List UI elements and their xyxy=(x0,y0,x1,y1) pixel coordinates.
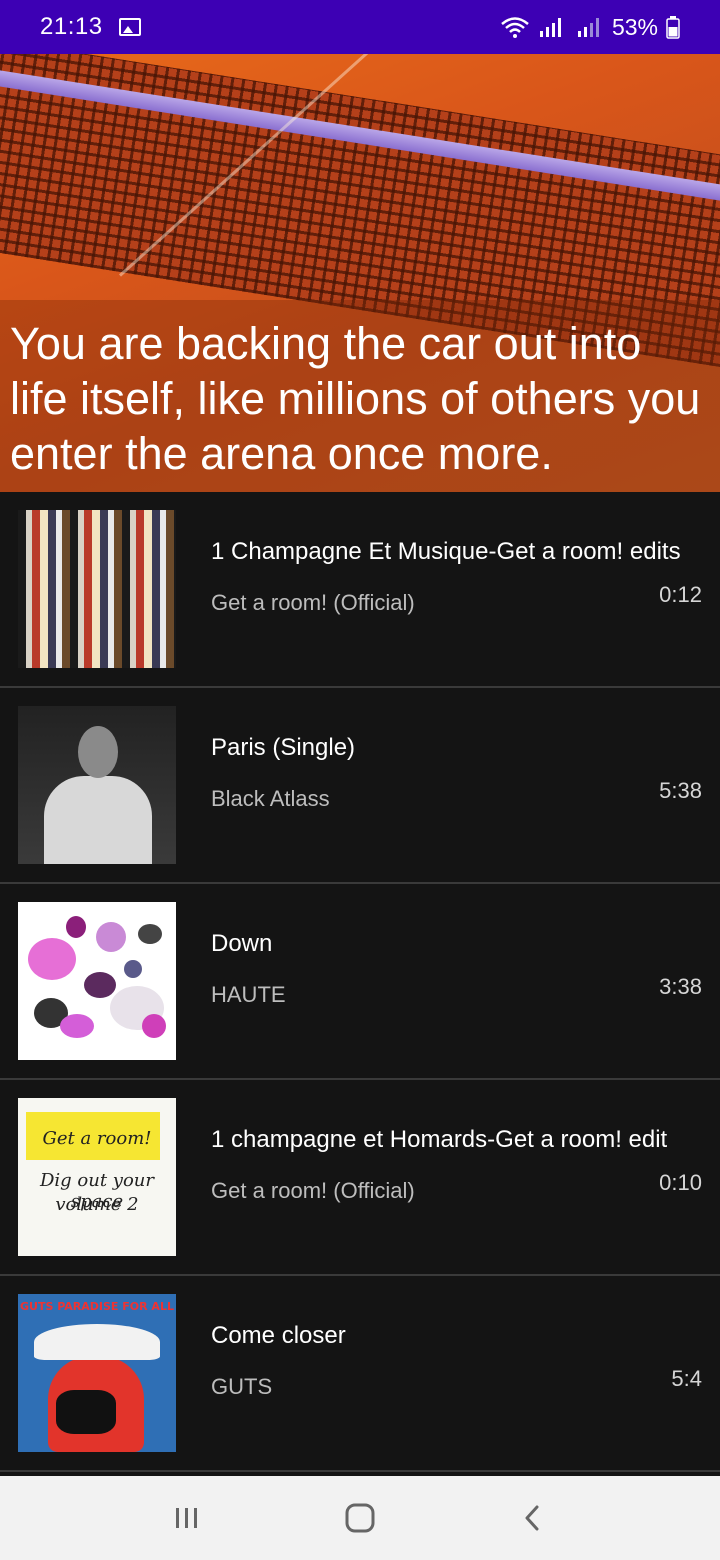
album-art-blob xyxy=(60,1014,94,1038)
track-duration: 0:12 xyxy=(659,582,702,607)
track-artist: HAUTE xyxy=(211,982,286,1007)
hero-caption: You are backing the car out into life it… xyxy=(10,318,701,479)
album-art-figure-head xyxy=(78,726,118,778)
album-art-text-line: Get a room! xyxy=(42,1128,152,1149)
album-art-blob xyxy=(96,922,126,952)
status-time: 21:13 xyxy=(40,13,103,40)
album-art xyxy=(18,902,176,1060)
track-title: Paris (Single) xyxy=(211,734,356,761)
back-icon xyxy=(525,1505,539,1531)
album-art xyxy=(18,706,176,864)
track-title: Come closer xyxy=(211,1322,346,1349)
battery-percent: 53% xyxy=(611,13,658,40)
back-button[interactable] xyxy=(503,1488,563,1548)
signal-icon-secondary xyxy=(577,18,599,37)
track-list: 1 Champagne Et Musique-Get a room! edits… xyxy=(0,492,720,1472)
album-art-blob xyxy=(138,924,162,944)
album-art-blob xyxy=(28,938,76,980)
track-artist: Black Atlass xyxy=(211,786,330,811)
album-art-figure-body xyxy=(44,776,152,864)
album-art-blob xyxy=(84,972,116,998)
track-title: 1 Champagne Et Musique-Get a room! edits xyxy=(211,538,681,565)
album-art-blob xyxy=(142,1014,166,1038)
album-art-hat xyxy=(34,1324,160,1360)
recents-icon xyxy=(175,1508,197,1528)
track-title: Down xyxy=(211,930,273,957)
track-title: 1 champagne et Homards-Get a room! edit xyxy=(211,1126,668,1153)
track-row[interactable]: GUTS PARADISE FOR ALL Come closer GUTS 5… xyxy=(0,1276,720,1472)
track-duration: 0:10 xyxy=(659,1170,702,1195)
wifi-icon xyxy=(501,17,529,38)
album-art: GUTS PARADISE FOR ALL xyxy=(18,1294,176,1452)
track-duration: 3:38 xyxy=(659,974,702,999)
home-icon xyxy=(345,1503,375,1533)
track-artist: Get a room! (Official) xyxy=(211,590,415,615)
album-art-blob xyxy=(124,960,142,978)
home-button[interactable] xyxy=(330,1488,390,1548)
track-row[interactable]: Down HAUTE 3:38 xyxy=(0,884,720,1080)
album-art-beard xyxy=(56,1390,116,1434)
battery-icon xyxy=(666,16,680,39)
image-icon xyxy=(118,18,141,36)
album-art-blob xyxy=(66,916,86,938)
track-row[interactable]: Get a room! Dig out your space volume 2 … xyxy=(0,1080,720,1276)
album-art xyxy=(18,510,176,668)
track-row[interactable]: 1 Champagne Et Musique-Get a room! edits… xyxy=(0,492,720,688)
track-row[interactable]: Paris (Single) Black Atlass 5:38 xyxy=(0,688,720,884)
track-duration: 5:38 xyxy=(659,778,702,803)
signal-icon xyxy=(539,18,561,37)
hero-banner: You are backing the car out into life it… xyxy=(0,54,720,492)
album-art-text-line: volume 2 xyxy=(55,1194,139,1215)
status-indicators: 53% xyxy=(500,14,680,41)
track-duration: 5:4 xyxy=(671,1366,702,1391)
track-artist: Get a room! (Official) xyxy=(211,1178,415,1203)
recents-button[interactable] xyxy=(157,1488,217,1548)
album-art-banner: GUTS PARADISE FOR ALL xyxy=(20,1300,174,1313)
track-artist: GUTS xyxy=(211,1374,273,1399)
album-art: Get a room! Dig out your space volume 2 xyxy=(18,1098,176,1256)
status-bar: 21:13 53% xyxy=(0,0,720,54)
navigation-bar xyxy=(0,1476,720,1560)
